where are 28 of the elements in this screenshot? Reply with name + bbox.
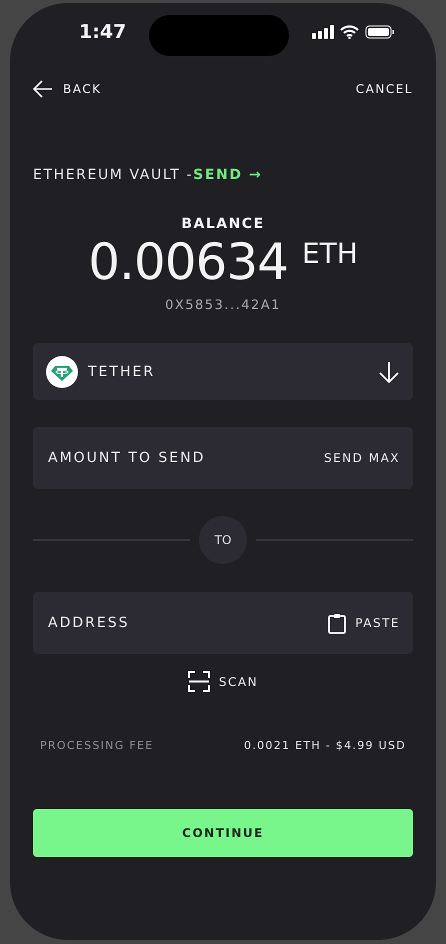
status-time: 1:47 xyxy=(79,21,126,43)
to-label: TO xyxy=(199,516,247,564)
down-arrow-icon xyxy=(378,360,400,382)
clipboard-icon xyxy=(328,612,346,634)
back-arrow-icon xyxy=(33,80,53,98)
token-name: TETHER xyxy=(88,364,156,380)
amount-field[interactable]: AMOUNT TO SEND SEND MAX xyxy=(33,427,413,489)
cancel-button[interactable]: CANCEL xyxy=(356,82,413,96)
balance-unit: ETH xyxy=(302,236,358,272)
fee-label: PROCESSING FEE xyxy=(40,739,154,752)
token-select[interactable]: TETHER xyxy=(33,343,413,400)
paste-button[interactable]: PASTE xyxy=(328,612,400,634)
send-link[interactable]: SEND → xyxy=(193,167,262,183)
wallet-address: 0X5853...42A1 xyxy=(165,298,281,313)
tether-token-icon xyxy=(46,356,78,388)
signal-icon xyxy=(312,25,334,39)
balance-label: BALANCE xyxy=(181,216,265,232)
balance-amount: 0.00634 xyxy=(88,232,288,292)
fee-value: 0.0021 ETH - $4.99 USD xyxy=(244,739,406,752)
wifi-icon xyxy=(340,25,359,39)
battery-icon xyxy=(364,25,395,39)
back-button[interactable]: BACK xyxy=(33,80,102,98)
scan-icon xyxy=(188,671,210,692)
vault-title: ETHEREUM VAULT - xyxy=(33,167,194,183)
continue-button[interactable]: CONTINUE xyxy=(33,809,413,857)
address-field[interactable]: ADDRESS PASTE xyxy=(33,592,413,654)
scan-button[interactable]: SCAN xyxy=(188,671,258,692)
send-max-button[interactable]: SEND MAX xyxy=(324,451,400,465)
